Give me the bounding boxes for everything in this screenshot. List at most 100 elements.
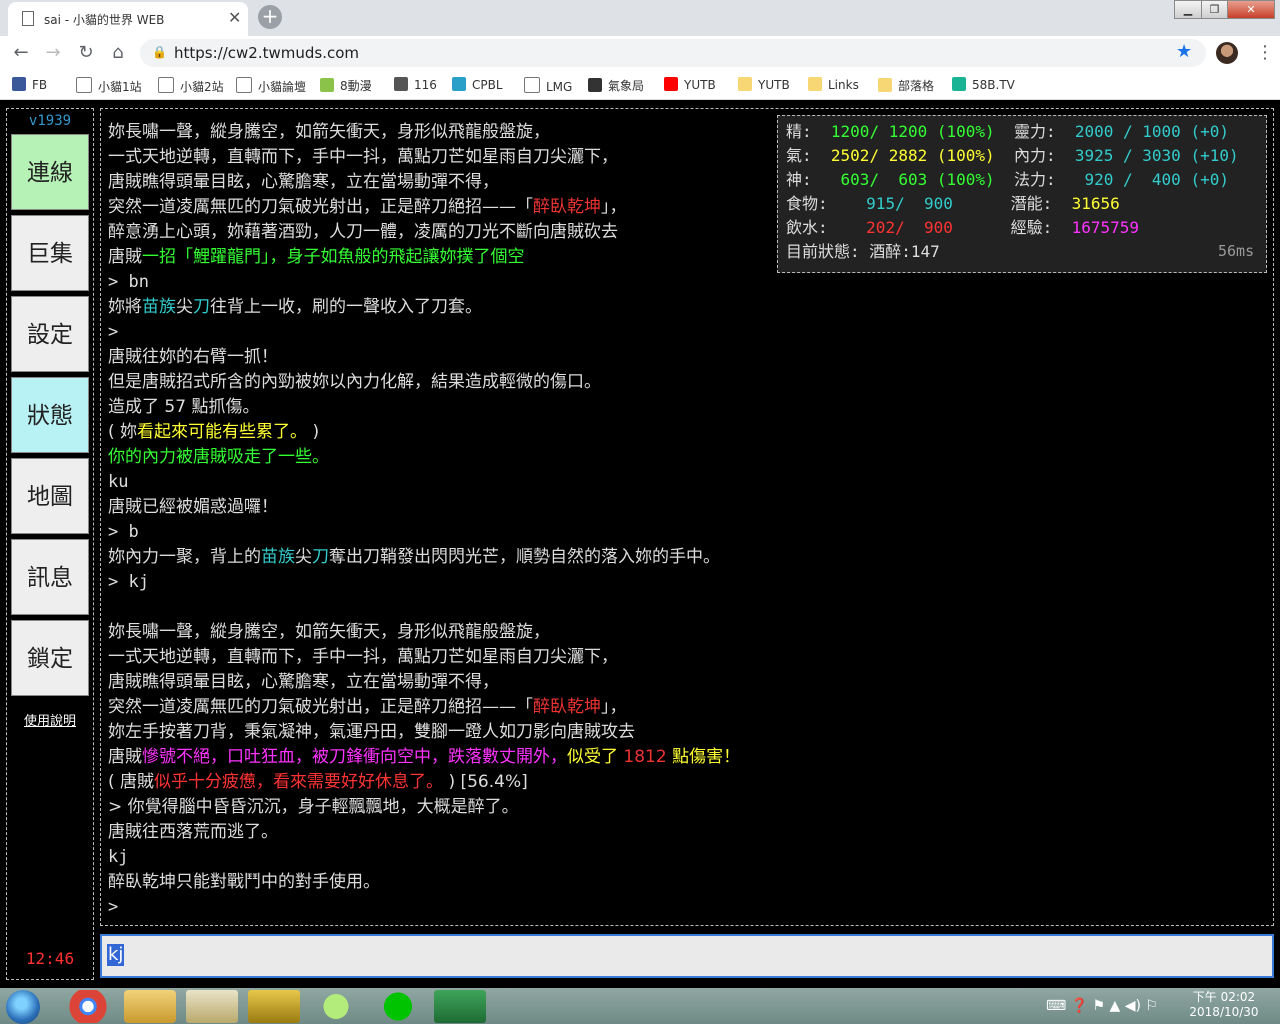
bookmark-label: 116 [414,78,437,92]
map-button[interactable]: 地圖 [11,458,89,534]
log-line: 醉臥乾坤只能對戰鬥中的對手使用。 [108,870,1268,895]
media-taskbar-icon[interactable] [310,990,362,1023]
help-link[interactable]: 使用說明 [7,710,93,729]
game-output[interactable]: 妳長嘯一聲，縱身騰空，如箭矢衝天，身形似飛龍般盤旋， 一式天地逆轉，直轉而下，手中… [100,108,1274,926]
log-segment: 1812 [623,747,667,767]
browser-menu-icon[interactable]: ⋮ [1256,42,1274,64]
bookmark-label: 小貓2站 [180,80,224,94]
browser-tab[interactable]: sai - 小貓的世界 WEB ✕ [8,2,248,36]
command-input-value[interactable]: kj [107,944,125,966]
log-segment: 妳將 [108,297,142,317]
log-line: > kj [108,570,1268,595]
log-segment: ( 妳 [108,422,138,442]
status-panel: 56ms 精: 1200/ 1200 (100%) 靈力: 2000 / 100… [777,115,1267,273]
log-segment: 刀 [193,297,210,317]
log-segment: > [108,322,119,342]
log-segment: 刀 [312,547,329,567]
bookmark-label: YUTB [684,78,716,92]
bookmark-item[interactable]: 小貓1站 [76,77,142,94]
log-line: 一式天地逆轉，直轉而下，手中一抖，萬點刀芒如星雨自刀尖灑下， [108,645,1268,670]
bookmark-item[interactable]: 58B.TV [952,77,1015,93]
bookmark-item[interactable]: 小貓論壇 [236,77,306,94]
status-value: 202/ 900 [866,218,953,237]
command-input[interactable]: kj [100,934,1274,978]
log-line: > bn [108,270,1268,295]
log-segment: 醉意湧上心頭，妳藉著酒勁，人刀一體，凌厲的刀光不斷向唐賊砍去 [108,222,618,242]
profile-avatar[interactable] [1216,42,1238,64]
status-value: 經驗: [952,218,1072,237]
bookmark-label: YUTB [758,78,790,92]
start-button[interactable] [6,990,40,1024]
status-row: 神: 603/ 603 (100%) 法力: 920 / 400 (+0) [786,168,1229,192]
log-segment: > [108,897,119,917]
close-window-button[interactable]: ✕ [1227,0,1275,19]
bookmark-item[interactable]: 8動漫 [320,77,372,93]
chrome-taskbar-icon[interactable] [62,990,114,1023]
minimize-button[interactable]: ▁ [1174,0,1202,19]
bookmark-item[interactable]: 氣象局 [588,77,644,93]
home-button[interactable]: ⌂ [107,42,129,64]
bookmark-item[interactable]: YUTB [664,77,716,93]
log-line: 唐賊已經被媚惑過囉！ [108,495,1268,520]
new-tab-button[interactable]: + [258,5,282,29]
status-button[interactable]: 狀態 [11,377,89,453]
line-taskbar-icon[interactable] [372,990,424,1023]
log-line: kj [108,845,1268,870]
log-segment: 」， [601,697,627,717]
tab-close-button[interactable]: ✕ [228,9,241,27]
maximize-button[interactable]: ❐ [1201,0,1228,19]
client-version: v1939 [28,113,72,129]
facebook-icon [12,77,26,91]
messages-button[interactable]: 訊息 [11,539,89,615]
bookmark-item[interactable]: 小貓2站 [158,77,224,94]
bookmark-item[interactable]: 部落格 [878,77,934,93]
log-line: 唐賊瞧得頭暈目眩，心驚膽寒，立在當場動彈不得， [108,670,1268,695]
mud-client-taskbar-icon[interactable] [186,990,238,1023]
log-segment: 醉臥乾坤只能對戰鬥中的對手使用。 [108,872,380,892]
back-button[interactable]: ← [10,42,32,64]
taskbar-time: 下午 02:02 [1192,990,1256,1004]
log-segment: 點傷害！ [666,747,741,767]
status-value: 2000 / 1000 (+0) [1074,122,1229,141]
lock-button[interactable]: 鎖定 [11,620,89,696]
status-value: 603/ 603 (100%) [830,170,995,189]
winamp-taskbar-icon[interactable] [248,990,300,1023]
address-bar[interactable]: 🔒 https://cw2.twmuds.com ★ [140,39,1206,67]
log-segment: 慘號不絕，口吐狂血，被刀鋒衝向空中，跌落數丈開外， [142,747,567,767]
status-row: 目前狀態: 酒醉:147 [786,240,940,264]
log-segment: > bn [108,272,149,292]
log-line: > [108,320,1268,345]
bookmark-item[interactable]: CPBL [452,77,503,93]
status-row: 氣: 2502/ 2882 (100%) 內力: 3925 / 3030 (+1… [786,144,1239,168]
log-segment: 你的內力被唐賊吸走了一些。 [108,447,329,467]
cpbl-icon [452,77,466,91]
excel-taskbar-icon[interactable] [434,990,486,1023]
youtube-icon [664,77,678,91]
log-segment: kj [108,847,129,867]
macro-button[interactable]: 巨集 [11,215,89,291]
settings-button[interactable]: 設定 [11,296,89,372]
explorer-taskbar-icon[interactable] [124,990,176,1023]
connect-button[interactable]: 連線 [11,134,89,210]
folder-icon [878,78,892,92]
bookmark-item[interactable]: 116 [394,77,437,93]
log-segment: 妳左手按著刀背，秉氣凝神，氣運丹田，雙腳一蹬人如刀影向唐賊攻去 [108,722,635,742]
bookmark-item[interactable]: Links [808,77,859,93]
reload-button[interactable]: ↻ [75,42,97,64]
log-line: ( 妳看起來可能有些累了。 ) [108,420,1268,445]
taskbar-clock[interactable]: 下午 02:02 2018/10/30 [1184,990,1264,1020]
log-line: 妳長嘯一聲，縱身騰空，如箭矢衝天，身形似飛龍般盤旋， [108,620,1268,645]
bookmark-star-icon[interactable]: ★ [1176,41,1192,62]
bookmark-item[interactable]: YUTB [738,77,790,93]
log-line: 唐賊往妳的右臂一抓！ [108,345,1268,370]
system-tray[interactable]: ⌨ ❓ ⚑ ▲ ◀) ⚐ [1046,998,1158,1014]
log-segment: 唐賊 [108,247,142,267]
forward-button[interactable]: → [42,42,64,64]
lock-icon: 🔒 [152,45,167,59]
log-segment: 但是唐賊招式所含的內勁被妳以內力化解，結果造成輕微的傷口。 [108,372,601,392]
log-segment: 似乎十分疲憊，看來需要好好休息了。 [154,772,444,792]
bookmark-item[interactable]: LMG [524,77,572,94]
film-icon [394,77,408,91]
bookmark-item[interactable]: FB [12,77,47,93]
url-text[interactable]: https://cw2.twmuds.com [174,44,359,62]
